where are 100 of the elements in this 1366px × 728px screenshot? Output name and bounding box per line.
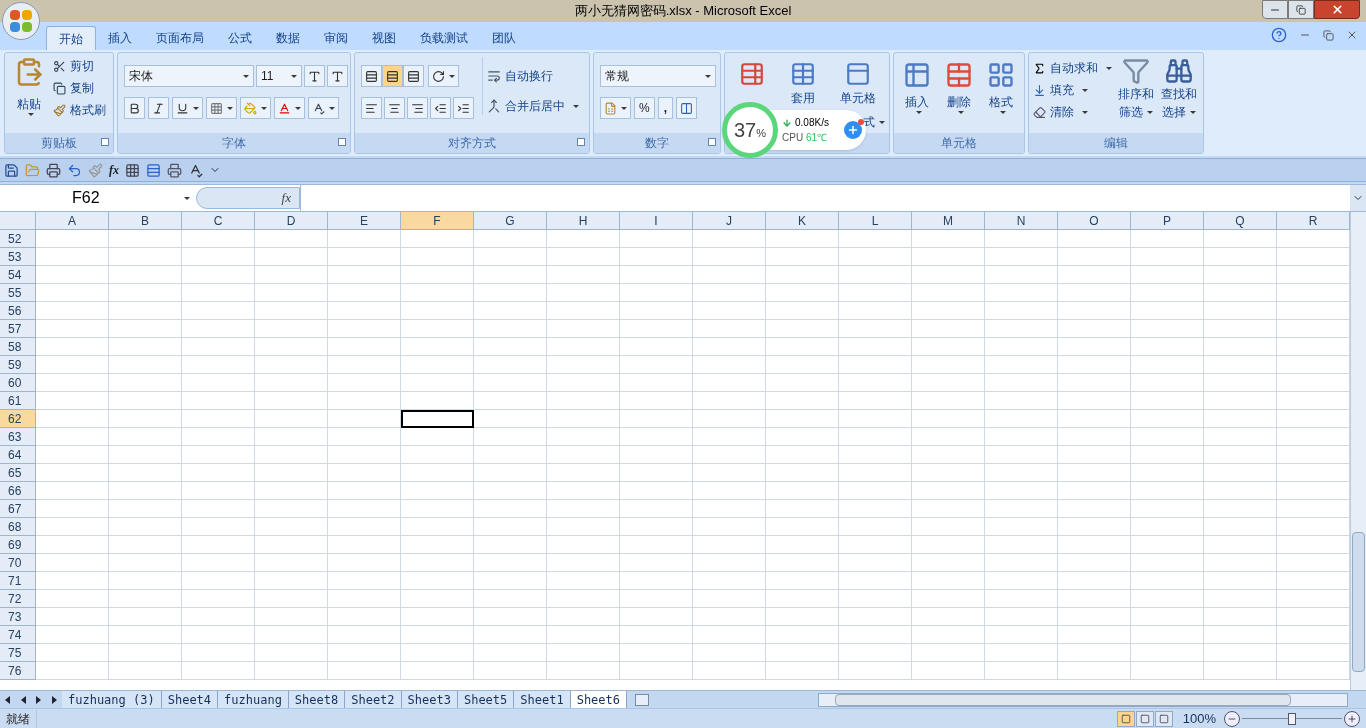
add-button[interactable] <box>844 121 862 139</box>
column-header[interactable]: C <box>182 212 255 230</box>
sort-filter-button[interactable]: 排序和 筛选 <box>1116 57 1156 121</box>
column-header[interactable]: P <box>1131 212 1204 230</box>
row-header[interactable]: 64 <box>0 446 36 464</box>
row-header[interactable]: 71 <box>0 572 36 590</box>
grow-font-button[interactable] <box>304 65 325 87</box>
view-button[interactable] <box>1135 710 1154 727</box>
launcher-icon[interactable] <box>577 138 585 146</box>
wrap-text-button[interactable]: 自动换行 <box>487 67 579 85</box>
column-header[interactable]: R <box>1277 212 1350 230</box>
column-header[interactable]: G <box>474 212 547 230</box>
font-name-field[interactable]: 宋体 <box>124 65 254 87</box>
decrease-indent-button[interactable] <box>430 97 451 119</box>
phonetic-button[interactable] <box>308 97 339 119</box>
cell-action-button[interactable]: 格式 <box>982 57 1020 114</box>
column-header[interactable]: B <box>109 212 182 230</box>
column-header[interactable]: O <box>1058 212 1131 230</box>
column-header[interactable]: Q <box>1204 212 1277 230</box>
row-header[interactable]: 57 <box>0 320 36 338</box>
underline-button[interactable] <box>172 97 203 119</box>
sheet-tab[interactable]: Sheet3 <box>401 691 458 708</box>
orientation-button[interactable] <box>428 65 459 87</box>
launcher-icon[interactable] <box>101 138 109 146</box>
cell-action-button[interactable]: 删除 <box>940 57 978 114</box>
paste-button[interactable]: 粘贴 <box>9 57 49 116</box>
help-icon[interactable] <box>1271 27 1287 43</box>
row-header[interactable]: 61 <box>0 392 36 410</box>
column-header[interactable]: A <box>36 212 109 230</box>
row-header[interactable]: 68 <box>0 518 36 536</box>
clear-button[interactable]: 清除 <box>1033 103 1112 121</box>
vertical-scrollbar[interactable] <box>1350 212 1366 690</box>
cell-styles-button[interactable]: 单元格 <box>839 61 876 107</box>
column-header[interactable]: L <box>839 212 912 230</box>
ribbon-tab[interactable]: 页面布局 <box>144 26 216 50</box>
row-header[interactable]: 75 <box>0 644 36 662</box>
ribbon-tab[interactable]: 数据 <box>264 26 312 50</box>
column-header[interactable]: H <box>547 212 620 230</box>
ribbon-tab[interactable]: 开始 <box>46 26 96 50</box>
view-button[interactable] <box>1116 710 1135 727</box>
column-header[interactable]: D <box>255 212 328 230</box>
preview-icon[interactable] <box>167 162 182 178</box>
cell-action-button[interactable]: 插入 <box>898 57 936 114</box>
vertical-align-button[interactable] <box>382 65 403 87</box>
column-header[interactable]: E <box>328 212 401 230</box>
scroll-thumb[interactable] <box>1352 532 1365 672</box>
row-header[interactable]: 59 <box>0 356 36 374</box>
row-header[interactable]: 76 <box>0 662 36 680</box>
view-button[interactable] <box>1154 710 1173 727</box>
row-header[interactable]: 60 <box>0 374 36 392</box>
row-header[interactable]: 63 <box>0 428 36 446</box>
align-center-button[interactable] <box>384 97 405 119</box>
spelling-icon[interactable] <box>188 162 203 178</box>
vertical-align-button[interactable] <box>403 65 424 87</box>
currency-button[interactable] <box>600 97 631 119</box>
row-header[interactable]: 72 <box>0 590 36 608</box>
selected-cell[interactable] <box>401 410 474 428</box>
sheet-tab[interactable]: Sheet4 <box>161 691 219 708</box>
sheet-tab[interactable]: Sheet1 <box>514 691 571 708</box>
sheet-tab[interactable]: fuzhuang (3) <box>62 691 162 708</box>
sheet-tab[interactable]: fuzhuang <box>218 691 289 708</box>
grid-icon[interactable] <box>125 162 140 178</box>
zoom-thumb[interactable] <box>1288 712 1296 725</box>
ribbon-tab[interactable]: 审阅 <box>312 26 360 50</box>
cut-button[interactable]: 剪切 <box>53 57 106 75</box>
format-table-button[interactable]: 套用 <box>779 57 827 107</box>
merge-center-button[interactable]: 合并后居中 <box>487 97 579 115</box>
ribbon-tab[interactable]: 负载测试 <box>408 26 480 50</box>
sheet-tab[interactable]: Sheet5 <box>457 691 515 708</box>
fill-color-button[interactable] <box>240 97 271 119</box>
copy-button[interactable]: 复制 <box>53 79 106 97</box>
ribbon-tab[interactable]: 团队 <box>480 26 528 50</box>
row-header[interactable]: 53 <box>0 248 36 266</box>
column-header[interactable]: J <box>693 212 766 230</box>
row-header[interactable]: 54 <box>0 266 36 284</box>
font-color-button[interactable] <box>274 97 305 119</box>
row-header[interactable]: 52 <box>0 230 36 248</box>
autosum-button[interactable]: 自动求和 <box>1033 59 1112 77</box>
row-header[interactable]: 62 <box>0 410 36 428</box>
row-header[interactable]: 67 <box>0 500 36 518</box>
scroll-thumb[interactable] <box>835 693 1291 706</box>
zoom-in-button[interactable] <box>1344 710 1360 727</box>
rows-icon[interactable] <box>146 162 161 178</box>
ribbon-tab[interactable]: 公式 <box>216 26 264 50</box>
undo-icon[interactable] <box>67 162 82 178</box>
sheet-tab[interactable]: Sheet2 <box>345 691 402 708</box>
ribbon-tab[interactable]: 视图 <box>360 26 408 50</box>
row-header[interactable]: 70 <box>0 554 36 572</box>
zoom-out-button[interactable] <box>1224 710 1240 727</box>
number-format-field[interactable]: 常规 <box>600 65 716 87</box>
restore-icon[interactable] <box>1323 29 1334 41</box>
row-header[interactable]: 66 <box>0 482 36 500</box>
row-header[interactable]: 74 <box>0 626 36 644</box>
vertical-align-button[interactable] <box>361 65 382 87</box>
font-size-field[interactable]: 11 <box>256 65 302 87</box>
ribbon-tab[interactable]: 插入 <box>96 26 144 50</box>
row-header[interactable]: 56 <box>0 302 36 320</box>
decimal-button[interactable] <box>676 97 697 119</box>
shrink-font-button[interactable] <box>327 65 348 87</box>
row-header[interactable]: 73 <box>0 608 36 626</box>
